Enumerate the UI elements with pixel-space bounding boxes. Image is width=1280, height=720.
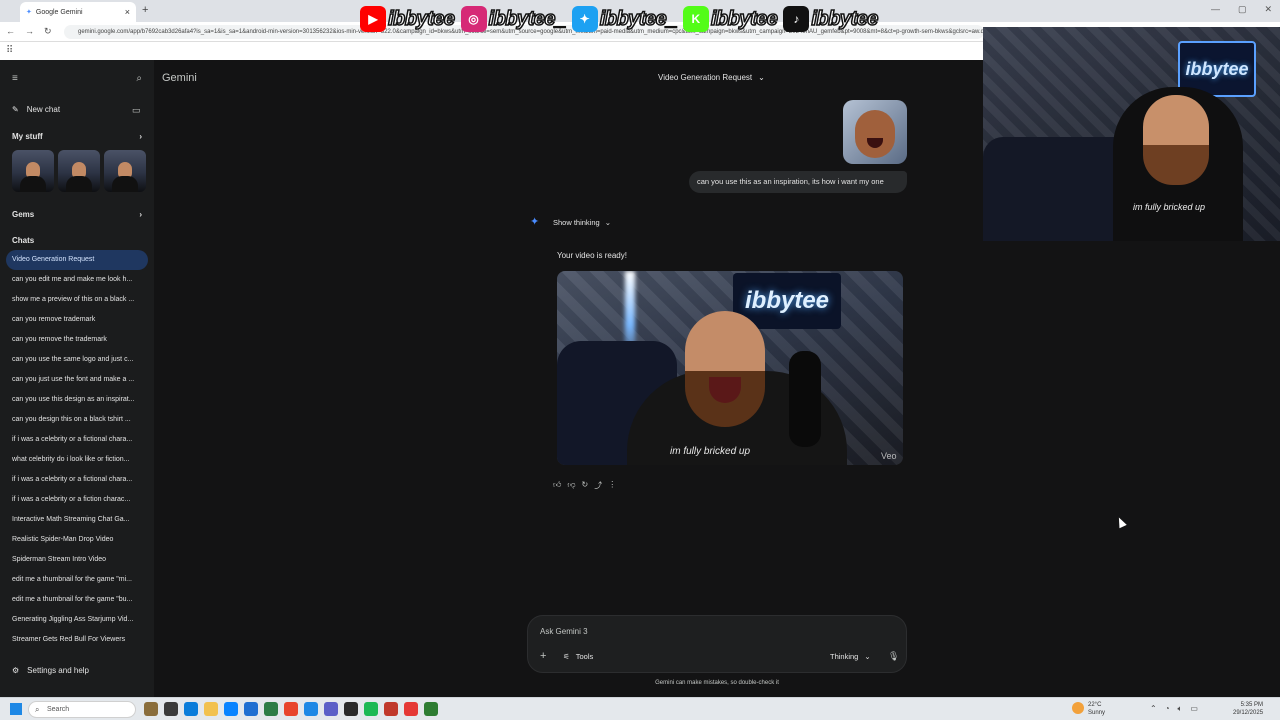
model-mode-label: Thinking — [830, 652, 859, 661]
tiktok-icon: ♪ — [783, 6, 810, 32]
clock-date: 29/12/2025 — [1233, 710, 1264, 716]
nav-buttons: ← → ↻ — [6, 26, 52, 37]
show-thinking-toggle[interactable]: Show thinking ⌄ — [553, 218, 611, 227]
close-tab-icon[interactable]: × — [125, 7, 130, 17]
screen: ✦ Google Gemini × + — ▢ ✕ ← → ↻ gemini.g… — [0, 0, 1280, 720]
conversation-title: Video Generation Request — [658, 73, 753, 82]
battery-icon[interactable]: ▭ — [1190, 704, 1198, 714]
search-icon: ⌕ — [35, 705, 40, 714]
tools-button[interactable]: ⚟ Tools — [563, 652, 593, 661]
minimize-icon[interactable]: — — [1211, 4, 1220, 15]
instagram-icon: ◎ — [460, 6, 487, 32]
taskbar-app-icon[interactable] — [204, 702, 218, 716]
weather-widget[interactable]: 22°C Sunny — [1072, 701, 1105, 717]
browser-tab[interactable]: ✦ Google Gemini × — [20, 2, 136, 22]
gemini-brand[interactable]: Gemini — [162, 72, 197, 84]
social-handle: ibbytee — [387, 7, 456, 31]
taskbar-app-icon[interactable] — [244, 702, 258, 716]
chevron-down-icon: ⌄ — [758, 73, 765, 82]
taskbar-app-icon[interactable] — [424, 702, 438, 716]
taskbar: ⌕ Search 22°C Sunny ⌃ ◔ 🔈︎ ▭ 5:35 PM 29/… — [0, 697, 1280, 720]
taskbar-app-icon[interactable] — [344, 702, 358, 716]
weather-temp: 22°C — [1088, 702, 1102, 708]
taskbar-app-icon[interactable] — [384, 702, 398, 716]
forward-icon[interactable]: → — [25, 26, 34, 37]
social-handle: ibbytee — [811, 7, 880, 31]
taskbar-app-icon[interactable] — [304, 702, 318, 716]
microphone-icon[interactable]: 🎙︎ — [888, 651, 899, 662]
tools-label: Tools — [575, 652, 594, 661]
veo-watermark: Veo — [881, 451, 897, 461]
regenerate-icon[interactable]: ↻ — [582, 480, 589, 491]
new-tab-button[interactable]: + — [142, 4, 148, 16]
network-icon[interactable]: ◔ — [1165, 704, 1170, 714]
gemini-spark-icon: ✦ — [530, 216, 540, 228]
taskbar-search-placeholder: Search — [47, 706, 70, 713]
model-mode-dropdown[interactable]: Thinking ⌄ — [830, 652, 871, 661]
conversation-title-dropdown[interactable]: Video Generation Request ⌄ — [658, 73, 765, 82]
gemini-favicon-icon: ✦ — [26, 9, 32, 16]
response-actions: 👍︎ 👎︎ ↻ ⤴ ⋮ — [553, 480, 616, 491]
thumbs-down-icon[interactable]: 👎︎ — [567, 480, 575, 491]
social-handle: ibbytee_ — [599, 7, 678, 31]
taskbar-apps — [144, 702, 438, 716]
clock-time: 5:35 PM — [1240, 702, 1264, 708]
maximize-icon[interactable]: ▢ — [1238, 4, 1247, 15]
taskbar-search[interactable]: ⌕ Search — [28, 701, 136, 718]
apps-grid-icon[interactable]: ⠿ — [6, 45, 13, 56]
taskbar-app-icon[interactable] — [144, 702, 158, 716]
show-thinking-label: Show thinking — [553, 218, 600, 227]
windows-start-icon[interactable] — [10, 703, 22, 715]
taskbar-app-icon[interactable] — [164, 702, 178, 716]
volume-icon[interactable]: 🔈︎ — [1178, 704, 1183, 714]
generated-video[interactable]: ibbytee im fully bricked up Veo — [557, 271, 903, 465]
webcam-overlay: ibbytee im fully bricked up — [983, 27, 1280, 241]
taskbar-app-icon[interactable] — [284, 702, 298, 716]
close-window-icon[interactable]: ✕ — [1264, 4, 1272, 15]
prompt-box: Ask Gemini 3 + ⚟ Tools Thinking ⌄ 🎙︎ — [527, 615, 907, 673]
response-text: Your video is ready! — [557, 251, 627, 260]
browser-tab-title: Google Gemini — [35, 8, 83, 16]
mouse-cursor — [1115, 515, 1127, 529]
taskbar-app-icon[interactable] — [224, 702, 238, 716]
chevron-down-icon: ⌄ — [864, 652, 871, 661]
taskbar-app-icon[interactable] — [184, 702, 198, 716]
kick-icon: K — [682, 6, 709, 32]
video-shirt-text: im fully bricked up — [670, 446, 751, 457]
prompt-input[interactable]: Ask Gemini 3 — [540, 627, 588, 636]
thumbs-up-icon[interactable]: 👍︎ — [553, 480, 561, 491]
more-options-icon[interactable]: ⋮ — [608, 480, 616, 491]
window-controls: — ▢ ✕ — [1211, 4, 1272, 15]
gemini-main: Gemini Video Generation Request ⌄ can yo… — [0, 60, 983, 697]
add-attachment-icon[interactable]: + — [540, 650, 546, 662]
webcam-shirt-text: im fully bricked up — [1133, 202, 1206, 212]
taskbar-app-icon[interactable] — [404, 702, 418, 716]
taskbar-app-icon[interactable] — [264, 702, 278, 716]
clock[interactable]: 5:35 PM 29/12/2025 — [1233, 701, 1263, 717]
user-message: can you use this as an inspiration, its … — [689, 171, 907, 193]
tools-icon: ⚟ — [563, 652, 570, 661]
social-handle: ibbytee — [710, 7, 779, 31]
chevron-up-icon[interactable]: ⌃ — [1150, 704, 1157, 714]
taskbar-app-icon[interactable] — [364, 702, 378, 716]
social-handle: ibbytee_ — [488, 7, 567, 31]
system-tray: ⌃ ◔ 🔈︎ ▭ — [1150, 704, 1198, 714]
weather-desc: Sunny — [1088, 710, 1106, 716]
chevron-down-icon: ⌄ — [604, 218, 611, 227]
back-icon[interactable]: ← — [6, 26, 15, 37]
disclaimer: Gemini can make mistakes, so double-chec… — [655, 680, 779, 686]
reload-icon[interactable]: ↻ — [44, 26, 52, 37]
twitter-icon: ✦ — [571, 6, 598, 32]
taskbar-app-icon[interactable] — [324, 702, 338, 716]
share-icon[interactable]: ⤴ — [594, 480, 602, 491]
social-handles-overlay: ▶ ibbytee ◎ ibbytee_ ✦ ibbytee_ Kibbytee ♪ ibbyt… — [360, 5, 882, 33]
youtube-icon: ▶ — [360, 6, 386, 32]
sun-icon — [1072, 702, 1084, 714]
user-uploaded-image[interactable] — [843, 100, 907, 164]
